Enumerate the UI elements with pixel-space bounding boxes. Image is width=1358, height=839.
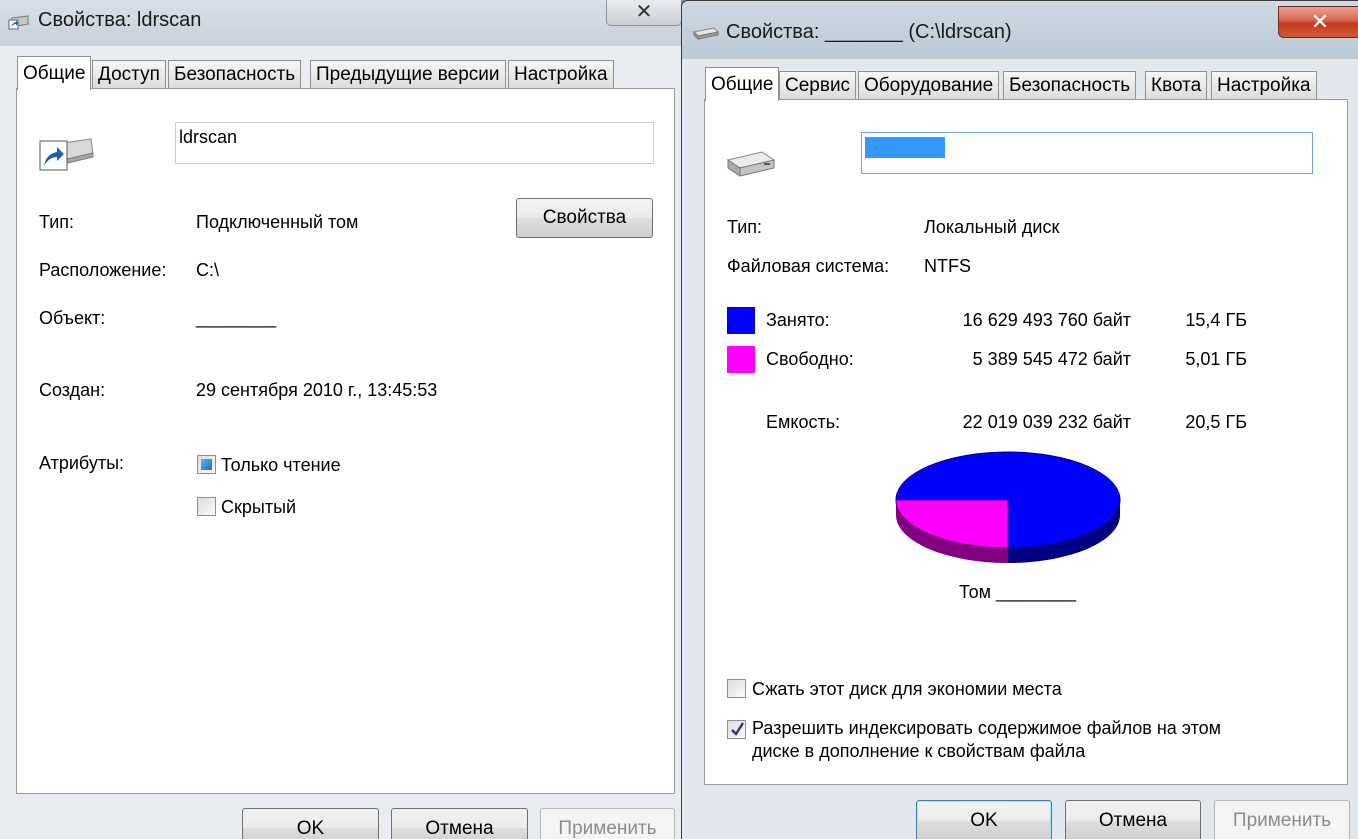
- type-value: Локальный диск: [924, 217, 1060, 237]
- location-label: Расположение:: [39, 260, 167, 280]
- tab-quota[interactable]: Квота: [1145, 71, 1208, 99]
- type-label: Тип:: [727, 217, 763, 237]
- used-label: Занято:: [766, 310, 830, 330]
- tab-access[interactable]: Доступ: [92, 60, 166, 88]
- apply-button[interactable]: Применить: [1214, 800, 1350, 839]
- object-value: ________: [196, 308, 277, 328]
- left-general-panel: ldrscan Тип: Подключенный том Свойства Р…: [16, 88, 675, 794]
- indeterminate-mark: [201, 459, 212, 470]
- created-value: 29 сентября 2010 г., 13:45:53: [196, 380, 438, 400]
- checkmark-icon: [730, 721, 745, 742]
- compress-label: Сжать этот диск для экономии места: [752, 679, 1062, 699]
- target-properties-button[interactable]: Свойства: [516, 198, 653, 238]
- type-value: Подключенный том: [196, 212, 359, 232]
- separator: [38, 185, 654, 186]
- left-properties-window: Свойства: ldrscan ✕ Общие Доступ Безопас…: [0, 0, 681, 839]
- used-space-swatch: [727, 307, 755, 334]
- shortcut-drive-small-icon: [8, 14, 30, 30]
- free-space-swatch: [727, 346, 755, 373]
- filesystem-label: Файловая система:: [727, 256, 890, 276]
- separator: [726, 612, 1310, 613]
- left-titlebar[interactable]: Свойства: ldrscan ✕: [0, 0, 681, 46]
- type-label: Тип:: [39, 212, 75, 232]
- readonly-checkbox[interactable]: [197, 455, 216, 474]
- right-general-panel: Тип: Локальный диск Файловая система: NT…: [704, 99, 1348, 785]
- volume-label-selection: [865, 137, 945, 158]
- index-label-line2: диске в дополнение к свойствам файла: [752, 741, 1086, 761]
- right-titlebar[interactable]: Свойства: _______ (C:\ldrscan) ✕: [682, 1, 1358, 59]
- attributes-label: Атрибуты:: [39, 453, 125, 473]
- volume-name-label: Том ________: [959, 582, 1077, 602]
- drive-small-icon: [692, 26, 720, 41]
- free-label: Свободно:: [766, 349, 854, 369]
- capacity-label: Емкость:: [766, 412, 841, 432]
- separator: [38, 425, 654, 426]
- index-label-line1: Разрешить индексировать содержимое файло…: [752, 718, 1222, 738]
- tab-general[interactable]: Общие: [17, 56, 92, 90]
- disk-usage-pie-chart: [895, 451, 1121, 563]
- ok-button[interactable]: OK: [242, 808, 379, 839]
- apply-button[interactable]: Применить: [540, 808, 675, 839]
- close-icon: ✕: [1310, 9, 1330, 34]
- free-bytes: 5 389 545 472 байт: [972, 349, 1131, 369]
- right-close-button[interactable]: ✕: [1278, 6, 1358, 38]
- tab-tools[interactable]: Сервис: [779, 71, 857, 99]
- volume-label-field[interactable]: [861, 132, 1313, 174]
- separator: [726, 391, 1310, 392]
- tab-customize[interactable]: Настройка: [508, 60, 614, 88]
- name-field[interactable]: ldrscan: [175, 122, 654, 164]
- used-bytes: 16 629 493 760 байт: [962, 310, 1131, 330]
- name-field-value: ldrscan: [179, 127, 238, 147]
- filesystem-value: NTFS: [924, 256, 971, 276]
- tab-customize[interactable]: Настройка: [1211, 71, 1317, 99]
- capacity-bytes: 22 019 039 232 байт: [962, 412, 1131, 432]
- hidden-label: Скрытый: [221, 497, 297, 517]
- tab-security[interactable]: Безопасность: [168, 60, 302, 88]
- cancel-button[interactable]: Отмена: [391, 808, 528, 839]
- tab-previous-versions[interactable]: Предыдущие версии: [310, 60, 506, 88]
- separator: [726, 196, 1310, 197]
- used-size: 15,4 ГБ: [1185, 310, 1247, 330]
- left-window-title: Свойства: ldrscan: [38, 9, 202, 31]
- tab-general[interactable]: Общие: [705, 67, 780, 101]
- location-value: C:\: [196, 260, 220, 280]
- readonly-label: Только чтение: [221, 455, 341, 475]
- index-checkbox[interactable]: [727, 720, 746, 739]
- hidden-checkbox[interactable]: [197, 497, 216, 516]
- local-disk-icon: [726, 146, 776, 178]
- left-close-button[interactable]: ✕: [606, 0, 681, 26]
- tab-hardware[interactable]: Оборудование: [858, 71, 1000, 99]
- right-properties-window: Свойства: _______ (C:\ldrscan) ✕ Общие С…: [681, 0, 1358, 839]
- pie-free-slice: [895, 499, 1009, 549]
- shortcut-drive-icon: [39, 133, 95, 173]
- capacity-size: 20,5 ГБ: [1185, 412, 1247, 432]
- compress-checkbox[interactable]: [727, 679, 746, 698]
- separator: [726, 292, 1310, 293]
- object-label: Объект:: [39, 308, 106, 328]
- ok-button[interactable]: OK: [916, 800, 1052, 839]
- separator: [38, 353, 654, 354]
- tab-security[interactable]: Безопасность: [1003, 71, 1137, 99]
- right-window-title: Свойства: _______ (C:\ldrscan): [726, 21, 1012, 43]
- free-size: 5,01 ГБ: [1185, 349, 1247, 369]
- close-icon: ✕: [635, 1, 653, 23]
- cancel-button[interactable]: Отмена: [1065, 800, 1201, 839]
- created-label: Создан:: [39, 380, 106, 400]
